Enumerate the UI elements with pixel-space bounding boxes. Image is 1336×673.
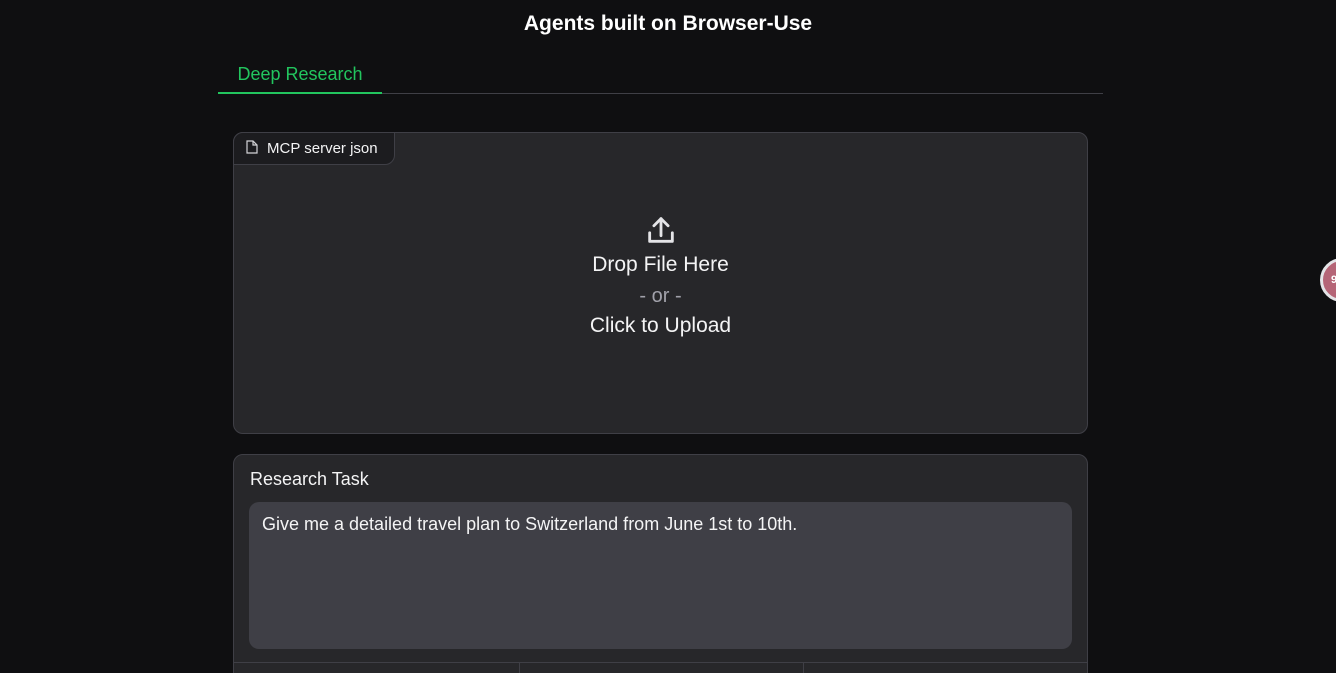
research-task-block: Research Task Give me a detailed travel … (233, 454, 1088, 673)
research-task-label: Research Task (250, 469, 369, 489)
upload-icon (644, 213, 678, 247)
drop-file-text: Drop File Here (592, 253, 729, 276)
upload-label-text: MCP server json (267, 140, 378, 157)
floating-avatar-widget[interactable]: 9 (1320, 258, 1336, 302)
column-divider (803, 663, 804, 673)
file-icon (246, 139, 258, 158)
tab-deep-research[interactable]: Deep Research (218, 56, 382, 94)
tab-bar: Deep Research (218, 56, 1103, 94)
mcp-upload-block: MCP server json Drop File Here - or - Cl… (233, 132, 1088, 434)
research-task-input[interactable]: Give me a detailed travel plan to Switze… (249, 502, 1072, 649)
page-title: Agents built on Browser-Use (523, 12, 813, 35)
click-to-upload-text: Click to Upload (589, 314, 732, 337)
divider (234, 662, 1087, 663)
or-separator-text: - or - (639, 285, 682, 307)
app-root: Agents built on Browser-Use Deep Researc… (0, 0, 1336, 673)
upload-label: MCP server json (233, 132, 395, 165)
file-dropzone[interactable]: Drop File Here - or - Click to Upload (234, 213, 1087, 338)
column-divider (519, 663, 520, 673)
